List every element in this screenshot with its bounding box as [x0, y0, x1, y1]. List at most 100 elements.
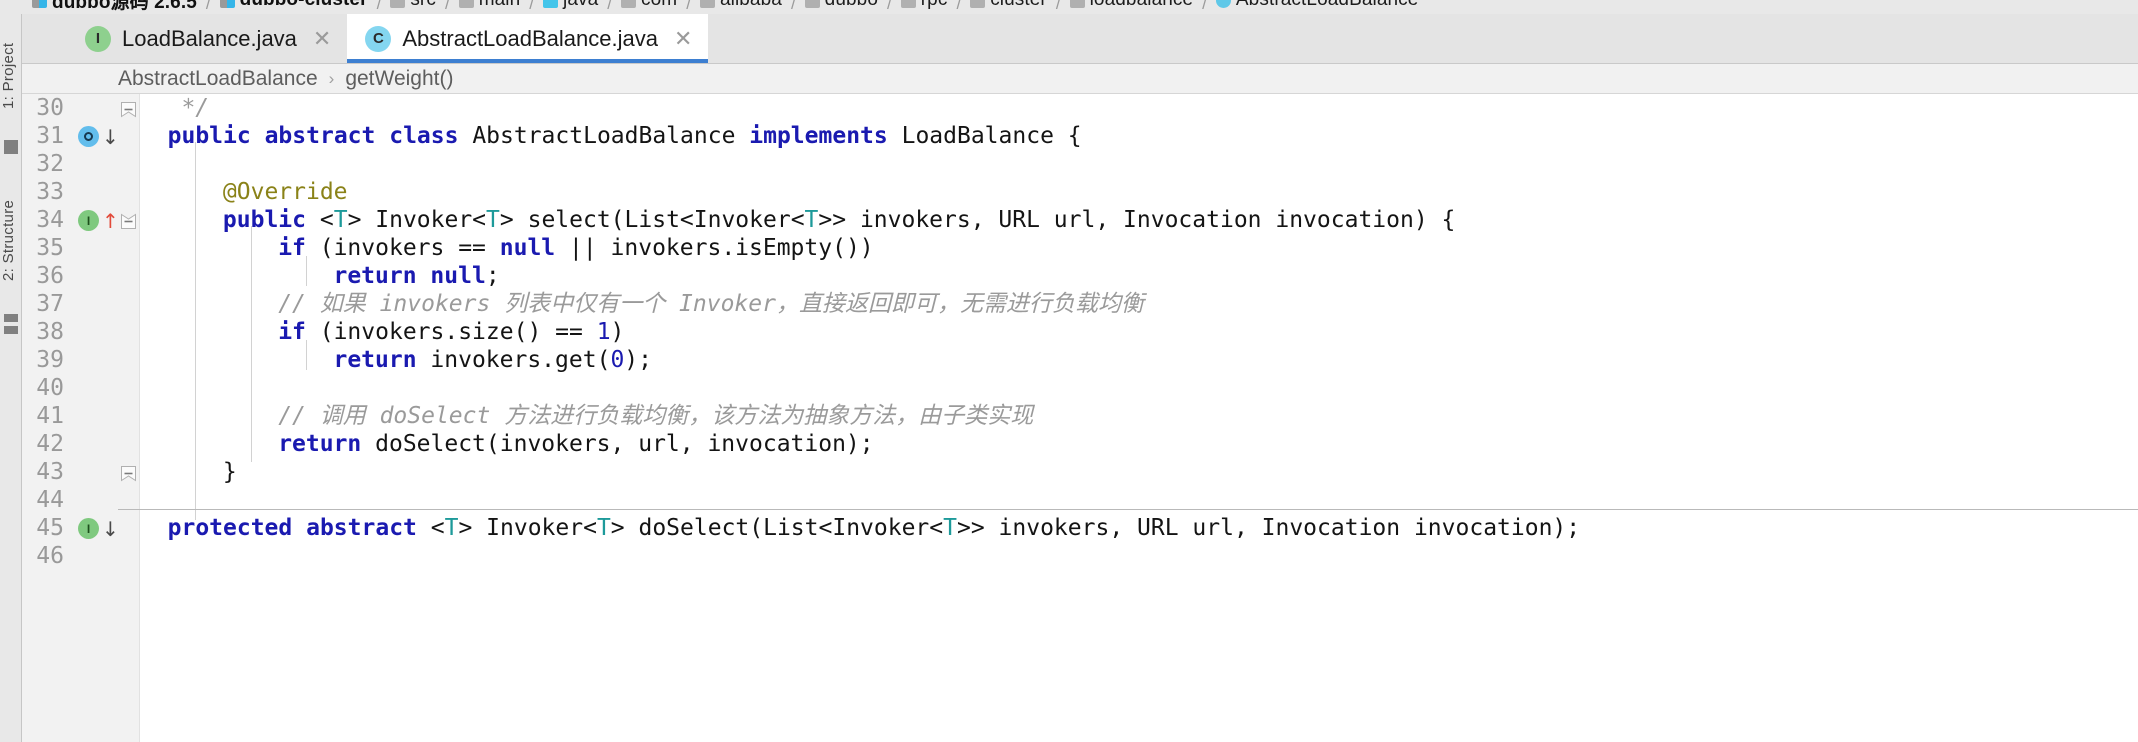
code-line[interactable]: }: [140, 458, 2138, 486]
code-line[interactable]: return invokers.get(0);: [140, 346, 2138, 374]
tool-window-divider: [4, 326, 18, 334]
breadcrumb-item-method[interactable]: getWeight(): [345, 67, 453, 91]
code-line[interactable]: [140, 150, 2138, 178]
folder-icon: [699, 0, 715, 8]
code-text: public abstract class AbstractLoadBalanc…: [168, 122, 1082, 150]
code-token: T: [333, 207, 348, 233]
code-line[interactable]: return doSelect(invokers, url, invocatio…: [140, 430, 2138, 458]
overriding-marker-icon[interactable]: I: [78, 210, 99, 231]
code-fold-handle[interactable]: [120, 100, 137, 119]
editor-tab-loadbalance[interactable]: I LoadBalance.java ✕: [67, 14, 348, 63]
gutter-marker-implemented-down[interactable]: ↓: [78, 125, 130, 149]
breadcrumb-separator: /: [1202, 0, 1207, 13]
nav-breadcrumb-item[interactable]: java: [543, 0, 598, 14]
nav-breadcrumb-label: AbstractLoadBalance: [1236, 0, 1419, 11]
tool-window-tab-project[interactable]: 1: Project: [0, 26, 22, 126]
code-line[interactable]: public <T> Invoker<T> select(List<Invoke…: [140, 206, 2138, 234]
code-line[interactable]: */: [140, 94, 2138, 122]
code-line[interactable]: // 如果 invokers 列表中仅有一个 Invoker，直接返回即可，无需…: [140, 290, 2138, 318]
navigation-bar[interactable]: dubbo源码 2.6.5 / dubbo-cluster / src / main / jav…: [0, 0, 2138, 14]
nav-breadcrumb-label: dubbo源码 2.6.5: [52, 0, 197, 13]
breadcrumb-separator: /: [607, 0, 613, 13]
code-token: null: [499, 235, 556, 261]
nav-breadcrumb-item[interactable]: src: [390, 0, 436, 14]
class-icon: [1215, 0, 1231, 8]
code-token: ): [610, 319, 625, 345]
code-token: if: [278, 319, 306, 345]
line-number: 32: [36, 151, 64, 177]
breadcrumb-separator: /: [444, 0, 450, 13]
line-number: 41: [36, 403, 64, 429]
code-line[interactable]: [140, 542, 2138, 570]
implemented-marker-icon[interactable]: [78, 126, 99, 147]
nav-breadcrumb-label: loadbalance: [1090, 0, 1194, 11]
code-token: > doSelect(List<Invoker<: [610, 515, 944, 541]
nav-breadcrumb-item[interactable]: cluster: [970, 0, 1047, 14]
tool-window-tab-structure[interactable]: 2: Structure: [0, 180, 22, 300]
code-content[interactable]: */public abstract class AbstractLoadBala…: [140, 94, 2138, 742]
code-token: T: [596, 515, 611, 541]
gutter-row: 34 I ↑: [22, 206, 140, 234]
breadcrumb-separator: /: [790, 0, 796, 13]
code-fold-handle[interactable]: [120, 212, 137, 231]
code-token: protected: [167, 515, 293, 541]
nav-breadcrumb-item[interactable]: dubbo-cluster: [219, 0, 368, 14]
implementing-marker-icon[interactable]: I: [78, 518, 99, 539]
close-icon[interactable]: ✕: [674, 27, 692, 50]
breadcrumb-separator: /: [686, 0, 691, 13]
nav-breadcrumb-item[interactable]: AbstractLoadBalance: [1215, 0, 1419, 14]
arrow-up-icon: ↑: [102, 209, 119, 233]
gutter-row: 42: [22, 430, 140, 458]
code-token: @Override: [222, 179, 348, 205]
implemented-method-icon: [84, 132, 93, 141]
breadcrumb: AbstractLoadBalance › getWeight(): [22, 64, 2138, 94]
editor-gutter[interactable]: 30 31 ↓ 32 33 34 I ↑ 35 36 37 38 39 40 41 42 43 44 45 I ↓ 46: [22, 94, 140, 742]
breadcrumb-separator: /: [956, 0, 962, 13]
nav-breadcrumb-label: dubbo-cluster: [240, 0, 368, 11]
close-icon[interactable]: ✕: [313, 27, 331, 50]
nav-breadcrumb-item[interactable]: main: [458, 0, 521, 14]
gutter-marker-implemented-down-green[interactable]: I ↓: [78, 517, 130, 541]
gutter-row: 40: [22, 374, 140, 402]
code-token: >> invokers, URL url, Invocation invocat…: [957, 515, 1581, 541]
code-editor[interactable]: 30 31 ↓ 32 33 34 I ↑ 35 36 37 38 39 40 41 42 43 44 45 I ↓ 46 …: [22, 94, 2138, 742]
code-token: );: [624, 347, 652, 373]
nav-breadcrumb-item[interactable]: rpc: [900, 0, 948, 14]
code-token: 0: [610, 347, 625, 373]
nav-breadcrumb-item[interactable]: dubbo: [804, 0, 878, 14]
code-line[interactable]: if (invokers.size() == 1): [140, 318, 2138, 346]
code-line[interactable]: [140, 374, 2138, 402]
gutter-row: 37: [22, 290, 140, 318]
code-line[interactable]: public abstract class AbstractLoadBalanc…: [140, 122, 2138, 150]
nav-breadcrumb-label: main: [479, 0, 521, 11]
line-number: 38: [36, 319, 64, 345]
code-token: doSelect(invokers, url, invocation);: [361, 431, 874, 457]
code-text: if (invokers.size() == 1): [278, 318, 624, 346]
code-token: // 调用 doSelect 方法进行负载均衡，该方法为抽象方法，由子类实现: [278, 403, 1034, 429]
code-token: */: [181, 95, 210, 121]
code-fold-handle[interactable]: [120, 464, 137, 483]
code-line[interactable]: protected abstract <T> Invoker<T> doSele…: [140, 514, 2138, 542]
editor-tab-abstractloadbalance[interactable]: C AbstractLoadBalance.java ✕: [347, 14, 709, 63]
gutter-row: 45 I ↓: [22, 514, 140, 542]
nav-breadcrumb-item[interactable]: com: [621, 0, 677, 14]
nav-breadcrumb-item[interactable]: loadbalance: [1069, 0, 1194, 14]
code-line[interactable]: return null;: [140, 262, 2138, 290]
code-line[interactable]: @Override: [140, 178, 2138, 206]
gutter-row: 36: [22, 262, 140, 290]
gutter-row: 43: [22, 458, 140, 486]
code-text: return doSelect(invokers, url, invocatio…: [278, 430, 873, 458]
code-token: abstract: [306, 515, 417, 541]
code-line[interactable]: // 调用 doSelect 方法进行负载均衡，该方法为抽象方法，由子类实现: [140, 402, 2138, 430]
code-line[interactable]: if (invokers == null || invokers.isEmpty…: [140, 234, 2138, 262]
folder-icon: [458, 0, 474, 8]
breadcrumb-item-class[interactable]: AbstractLoadBalance: [118, 67, 318, 91]
code-token: >> invokers, URL url, Invocation invocat…: [818, 207, 1456, 233]
nav-breadcrumb-item[interactable]: alibaba: [699, 0, 782, 14]
nav-breadcrumb-item[interactable]: dubbo源码 2.6.5: [32, 0, 197, 14]
module-icon: [32, 0, 47, 8]
code-text: @Override: [223, 178, 348, 206]
